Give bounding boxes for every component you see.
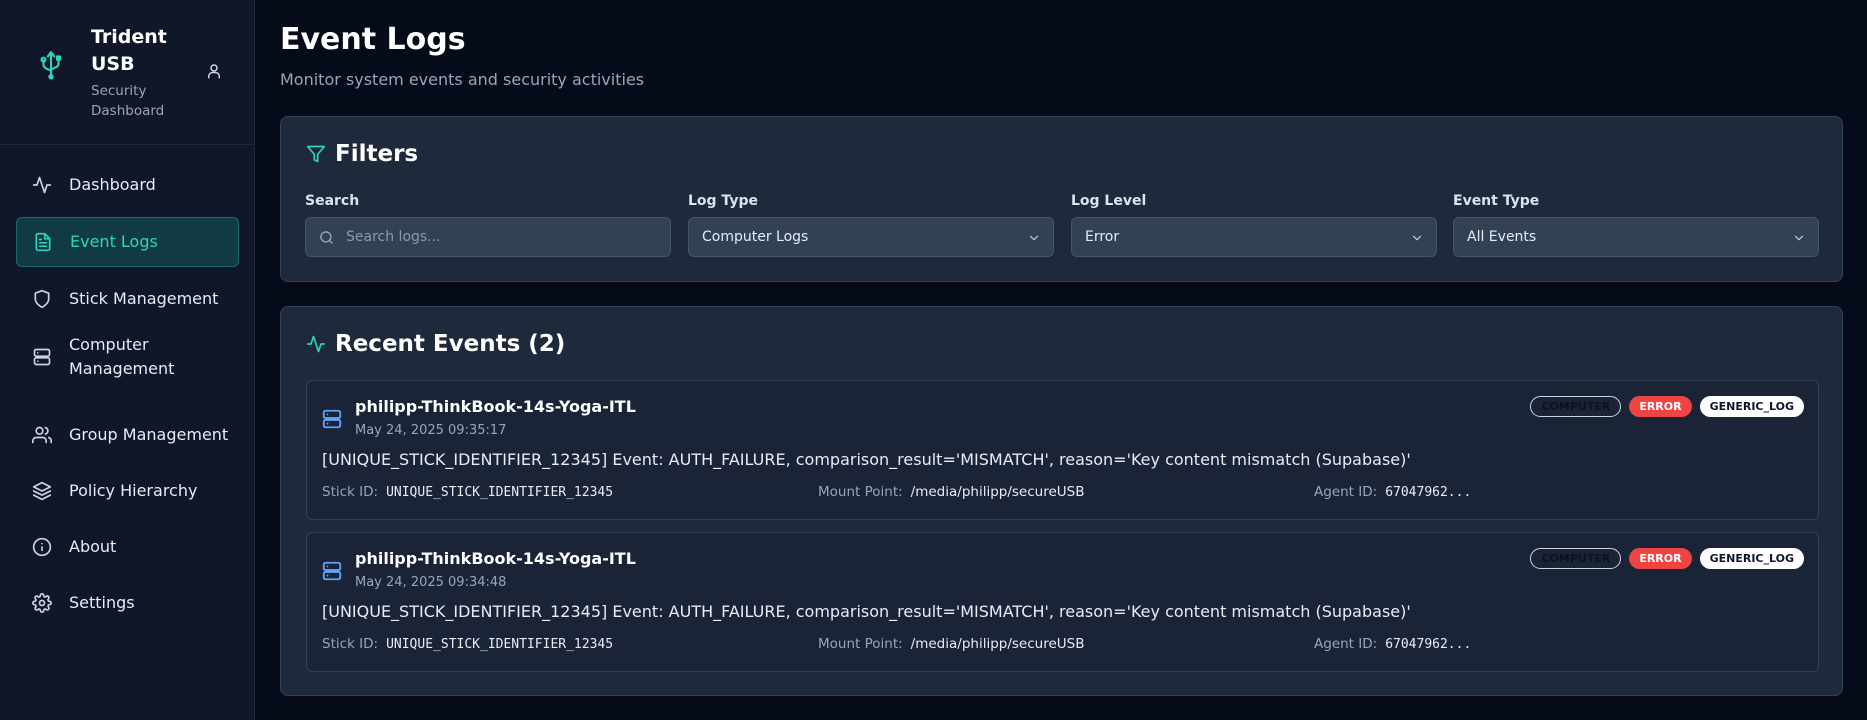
users-icon bbox=[31, 424, 53, 446]
recent-events-title: Recent Events (2) bbox=[335, 331, 566, 357]
server-icon bbox=[31, 346, 53, 368]
search-label: Search bbox=[305, 193, 360, 209]
agent-id-label: Agent ID: bbox=[1314, 636, 1378, 652]
mount-point-value: /media/philipp/secureUSB bbox=[910, 484, 1085, 500]
recent-events-card: Recent Events (2) philipp-ThinkBook-14s-… bbox=[280, 306, 1843, 696]
mount-point-meta: Mount Point: /media/philipp/secureUSB bbox=[818, 484, 1084, 500]
sidebar-item-event-logs[interactable]: Event Logs bbox=[16, 217, 239, 267]
server-icon bbox=[322, 409, 342, 429]
chevron-down-icon bbox=[1794, 235, 1804, 241]
sidebar-item-dashboard[interactable]: Dashboard bbox=[16, 160, 239, 210]
recent-events-header: Recent Events (2) bbox=[306, 331, 565, 357]
gear-icon bbox=[31, 592, 53, 614]
event-message: [UNIQUE_STICK_IDENTIFIER_12345] Event: A… bbox=[322, 450, 1411, 469]
brand-header: Trident USB Security Dashboard bbox=[0, 0, 254, 145]
badge-generic-log: GENERIC_LOG bbox=[1699, 396, 1804, 417]
log-level-filter: Log Level Error bbox=[1071, 193, 1437, 257]
event-time: May 24, 2025 09:34:48 bbox=[355, 575, 507, 590]
sidebar-item-label: About bbox=[69, 537, 117, 556]
log-type-label: Log Type bbox=[688, 193, 758, 209]
badge-computer: COMPUTER bbox=[1530, 396, 1622, 417]
agent-id-meta: Agent ID: 67047962... bbox=[1314, 484, 1471, 500]
user-icon[interactable] bbox=[205, 62, 223, 80]
log-type-filter: Log Type Computer Logs bbox=[688, 193, 1054, 257]
event-type-filter: Event Type All Events bbox=[1453, 193, 1819, 257]
badge-error: ERROR bbox=[1629, 548, 1692, 569]
stick-id-value: UNIQUE_STICK_IDENTIFIER_12345 bbox=[386, 637, 614, 652]
stick-id-meta: Stick ID: UNIQUE_STICK_IDENTIFIER_12345 bbox=[322, 484, 613, 500]
agent-id-value: 67047962... bbox=[1385, 485, 1472, 500]
event-row[interactable]: philipp-ThinkBook-14s-Yoga-ITL May 24, 2… bbox=[306, 380, 1819, 520]
info-icon bbox=[31, 536, 53, 558]
event-badges: COMPUTER ERROR GENERIC_LOG bbox=[1530, 548, 1804, 569]
sidebar-item-computer-management[interactable]: Computer Management bbox=[16, 331, 239, 383]
sidebar-item-about[interactable]: About bbox=[16, 522, 239, 572]
file-text-icon bbox=[32, 231, 54, 253]
chevron-down-icon bbox=[1029, 235, 1039, 241]
agent-id-value: 67047962... bbox=[1385, 637, 1472, 652]
app-subtitle: Security Dashboard bbox=[91, 83, 165, 119]
log-type-select[interactable]: Computer Logs bbox=[688, 217, 1054, 257]
log-level-label: Log Level bbox=[1071, 193, 1147, 209]
sidebar-item-label: Event Logs bbox=[70, 232, 158, 251]
badge-generic-log: GENERIC_LOG bbox=[1699, 548, 1804, 569]
stick-id-label: Stick ID: bbox=[322, 636, 379, 652]
server-icon bbox=[322, 561, 342, 581]
agent-id-meta: Agent ID: 67047962... bbox=[1314, 636, 1471, 652]
sidebar-item-label: Group Management bbox=[69, 425, 229, 444]
sidebar-item-settings[interactable]: Settings bbox=[16, 578, 239, 628]
stick-id-label: Stick ID: bbox=[322, 484, 379, 500]
mount-point-meta: Mount Point: /media/philipp/secureUSB bbox=[818, 636, 1084, 652]
event-message: [UNIQUE_STICK_IDENTIFIER_12345] Event: A… bbox=[322, 602, 1411, 621]
event-type-select[interactable]: All Events bbox=[1453, 217, 1819, 257]
event-row[interactable]: philipp-ThinkBook-14s-Yoga-ITL May 24, 2… bbox=[306, 532, 1819, 672]
search-placeholder: Search logs... bbox=[346, 229, 441, 245]
sidebar-item-label: Dashboard bbox=[69, 175, 156, 194]
agent-id-label: Agent ID: bbox=[1314, 484, 1378, 500]
log-level-value: Error bbox=[1085, 229, 1120, 245]
event-type-label: Event Type bbox=[1453, 193, 1540, 209]
activity-icon bbox=[306, 335, 326, 353]
search-filter: Search Search logs... bbox=[305, 193, 671, 257]
filters-title: Filters bbox=[335, 141, 419, 167]
sidebar-item-label: Stick Management bbox=[69, 289, 219, 308]
event-type-value: All Events bbox=[1467, 229, 1537, 245]
event-badges: COMPUTER ERROR GENERIC_LOG bbox=[1530, 396, 1804, 417]
sidebar-item-group-management[interactable]: Group Management bbox=[16, 410, 239, 460]
usb-icon bbox=[40, 51, 62, 80]
sidebar-item-stick-management[interactable]: Stick Management bbox=[16, 274, 239, 324]
sidebar-item-policy-hierarchy[interactable]: Policy Hierarchy bbox=[16, 466, 239, 516]
filters-header: Filters bbox=[306, 141, 418, 167]
badge-error: ERROR bbox=[1629, 396, 1692, 417]
sidebar-item-label: Settings bbox=[69, 593, 135, 612]
app-name: Trident USB bbox=[91, 26, 167, 75]
filters-card: Filters Search Search logs... Log Type C… bbox=[280, 116, 1843, 282]
activity-icon bbox=[31, 174, 53, 196]
sidebar-item-label: Policy Hierarchy bbox=[69, 481, 198, 500]
search-icon bbox=[320, 230, 333, 244]
event-host: philipp-ThinkBook-14s-Yoga-ITL bbox=[355, 549, 636, 568]
log-type-value: Computer Logs bbox=[702, 229, 809, 245]
mount-point-label: Mount Point: bbox=[818, 484, 903, 500]
log-level-select[interactable]: Error bbox=[1071, 217, 1437, 257]
search-input[interactable]: Search logs... bbox=[305, 217, 671, 257]
page-subtitle: Monitor system events and security activ… bbox=[280, 70, 645, 89]
filter-icon bbox=[306, 145, 326, 163]
layers-icon bbox=[31, 480, 53, 502]
event-host: philipp-ThinkBook-14s-Yoga-ITL bbox=[355, 397, 636, 416]
sidebar: Trident USB Security Dashboard Dashboard… bbox=[0, 0, 255, 720]
stick-id-meta: Stick ID: UNIQUE_STICK_IDENTIFIER_12345 bbox=[322, 636, 613, 652]
page-title: Event Logs bbox=[280, 22, 466, 57]
event-time: May 24, 2025 09:35:17 bbox=[355, 423, 507, 438]
badge-computer: COMPUTER bbox=[1530, 548, 1622, 569]
shield-icon bbox=[31, 288, 53, 310]
stick-id-value: UNIQUE_STICK_IDENTIFIER_12345 bbox=[386, 485, 614, 500]
sidebar-item-label: Computer Management bbox=[69, 335, 175, 378]
mount-point-value: /media/philipp/secureUSB bbox=[910, 636, 1085, 652]
mount-point-label: Mount Point: bbox=[818, 636, 903, 652]
chevron-down-icon bbox=[1412, 235, 1422, 241]
